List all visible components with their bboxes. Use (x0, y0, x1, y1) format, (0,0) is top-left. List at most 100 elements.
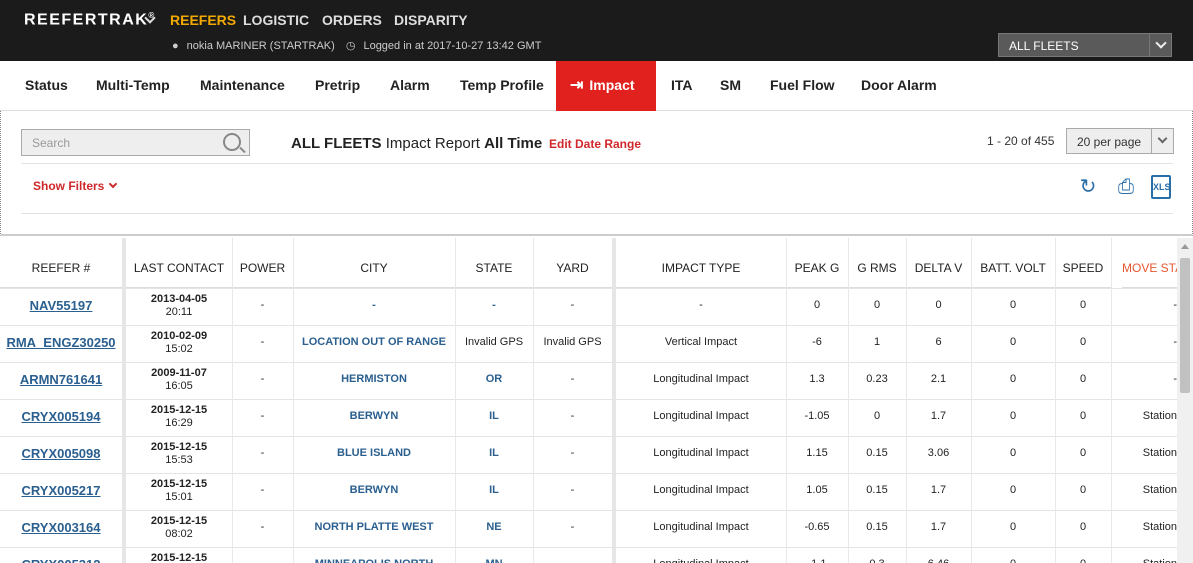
chevron-down-icon[interactable] (1149, 34, 1171, 56)
col-header-g-rms[interactable]: G RMS (848, 238, 906, 288)
batt-volt-cell: 0 (1009, 336, 1017, 348)
header-column-divider (293, 238, 294, 288)
reefer-link[interactable]: NAV55197 (0, 298, 122, 313)
column-divider (848, 288, 849, 563)
xls-export-icon[interactable]: XLS (1151, 175, 1171, 199)
col-header-impact-type[interactable]: IMPACT TYPE (616, 238, 786, 288)
row-divider (0, 399, 1177, 400)
reefer-link[interactable]: CRYX003164 (0, 520, 122, 535)
last-contact-date: 2010-02-09 (150, 330, 208, 342)
reefer-link[interactable]: CRYX005194 (0, 409, 122, 424)
state-cell[interactable]: IL (455, 447, 533, 459)
col-header-reefer[interactable]: REEFER # (0, 238, 122, 288)
batt-volt-cell: 0 (971, 558, 1055, 563)
col-header-power[interactable]: POWER (232, 238, 293, 288)
chevron-down-icon[interactable] (1151, 129, 1173, 153)
tab-status[interactable]: Status (25, 61, 68, 111)
tab-fuel-flow[interactable]: Fuel Flow (770, 61, 835, 111)
g-rms-cell: 0 (873, 410, 881, 422)
state-cell[interactable]: IL (455, 410, 533, 422)
state-cell[interactable]: NE (455, 521, 533, 533)
edit-date-range-link[interactable]: Edit Date Range (549, 137, 641, 151)
state-cell[interactable]: IL (455, 484, 533, 496)
last-contact-date: 2015-12-15 (150, 552, 208, 563)
topnav-logistic[interactable]: LOGISTIC (243, 12, 309, 28)
reefer-link[interactable]: RMA_ENGZ30250 (0, 335, 122, 350)
topnav-reefers[interactable]: REEFERS (170, 12, 236, 28)
col-header-batt-volt[interactable]: BATT. VOLT (971, 238, 1055, 288)
fleet-select[interactable]: ALL FLEETS (998, 33, 1172, 57)
power-cell: - (260, 336, 265, 348)
col-header-yard[interactable]: YARD (533, 238, 612, 288)
per-page-value: 20 per page (1077, 135, 1142, 149)
col-header-peak-g[interactable]: PEAK G (786, 238, 848, 288)
reefer-link[interactable]: ARMN761641 (0, 372, 122, 387)
col-header-last-contact[interactable]: LAST CONTACT (126, 238, 232, 288)
reefer-link[interactable]: CRYX005217 (0, 483, 122, 498)
speed-cell: 0 (1079, 373, 1087, 385)
tab-pretrip[interactable]: Pretrip (315, 61, 360, 111)
tab-door-alarm[interactable]: Door Alarm (861, 61, 937, 111)
tab-alarm[interactable]: Alarm (390, 61, 430, 111)
move-status-cell: - (1173, 336, 1177, 348)
col-header-delta-v[interactable]: DELTA V (906, 238, 971, 288)
column-divider (786, 288, 787, 563)
print-icon[interactable]: ⎙ (1114, 175, 1138, 199)
col-header-move-status[interactable]: MOVE STA (1122, 238, 1177, 288)
reefer-link[interactable]: CRYX005098 (0, 446, 122, 461)
speed-cell: 0 (1079, 299, 1087, 311)
header-column-divider (1111, 238, 1112, 288)
state-cell[interactable]: Invalid GPS (455, 336, 533, 348)
tab-impact[interactable]: ⇥ Impact (556, 61, 656, 111)
tab-maintenance[interactable]: Maintenance (200, 61, 285, 111)
batt-volt-cell: 0 (1009, 373, 1017, 385)
report-toolbar: Search ALL FLEETS Impact Report All Time… (0, 111, 1193, 236)
city-cell[interactable]: NORTH PLATTE WEST (293, 521, 455, 533)
city-cell[interactable]: MINNEAPOLIS NORTH (293, 558, 455, 563)
tab-ita[interactable]: ITA (671, 61, 693, 111)
reefer-link[interactable]: CRYX005312 (0, 557, 122, 563)
column-divider (906, 288, 907, 563)
topnav-orders[interactable]: ORDERS (322, 12, 382, 28)
column-divider (971, 288, 972, 563)
batt-volt-cell: 0 (1009, 410, 1017, 422)
last-contact-time: 16:29 (165, 417, 193, 429)
column-divider (1111, 288, 1112, 563)
peak-g-cell: 1.05 (806, 484, 828, 496)
col-header-state[interactable]: STATE (455, 238, 533, 288)
city-cell[interactable]: LOCATION OUT OF RANGE (293, 336, 455, 348)
last-contact: 2009-11-07 16:05 (126, 367, 232, 393)
scrollbar-thumb[interactable] (1180, 258, 1190, 393)
last-contact: 2013-04-05 20:11 (126, 293, 232, 319)
state-cell[interactable]: - (455, 299, 533, 311)
city-cell[interactable]: BERWYN (293, 484, 455, 496)
state-cell[interactable]: OR (455, 373, 533, 385)
power-cell: - (260, 410, 265, 422)
city-cell[interactable]: HERMISTON (293, 373, 455, 385)
last-contact-date: 2015-12-15 (150, 404, 208, 416)
city-cell[interactable]: BERWYN (293, 410, 455, 422)
scrollbar[interactable] (1177, 238, 1193, 563)
col-header-city[interactable]: CITY (293, 238, 455, 288)
show-filters-toggle[interactable]: Show Filters (33, 179, 118, 193)
search-icon[interactable] (223, 133, 241, 151)
topnav-disparity[interactable]: DISPARITY (394, 12, 468, 28)
brand-logo[interactable]: REEFERTRAK® (24, 11, 156, 29)
tab-multi-temp[interactable]: Multi-Temp (96, 61, 170, 111)
header-column-divider (971, 238, 972, 288)
city-cell[interactable]: BLUE ISLAND (293, 447, 455, 459)
tab-temp-profile[interactable]: Temp Profile (460, 61, 544, 111)
last-contact-time: 15:53 (165, 454, 193, 466)
tab-sm[interactable]: SM (720, 61, 741, 111)
search-input[interactable]: Search (21, 129, 250, 156)
state-cell[interactable]: MN (455, 558, 533, 563)
col-header-speed[interactable]: SPEED (1055, 238, 1111, 288)
row-divider (0, 510, 1177, 511)
batt-volt-cell: 0 (1009, 521, 1017, 533)
delta-v-cell: 6.46 (906, 558, 971, 563)
city-cell[interactable]: - (293, 299, 455, 311)
scroll-up-icon[interactable] (1181, 244, 1189, 249)
refresh-icon[interactable]: ↻ (1076, 175, 1100, 199)
last-contact-date: 2015-12-15 (150, 515, 208, 527)
per-page-select[interactable]: 20 per page (1066, 128, 1174, 154)
